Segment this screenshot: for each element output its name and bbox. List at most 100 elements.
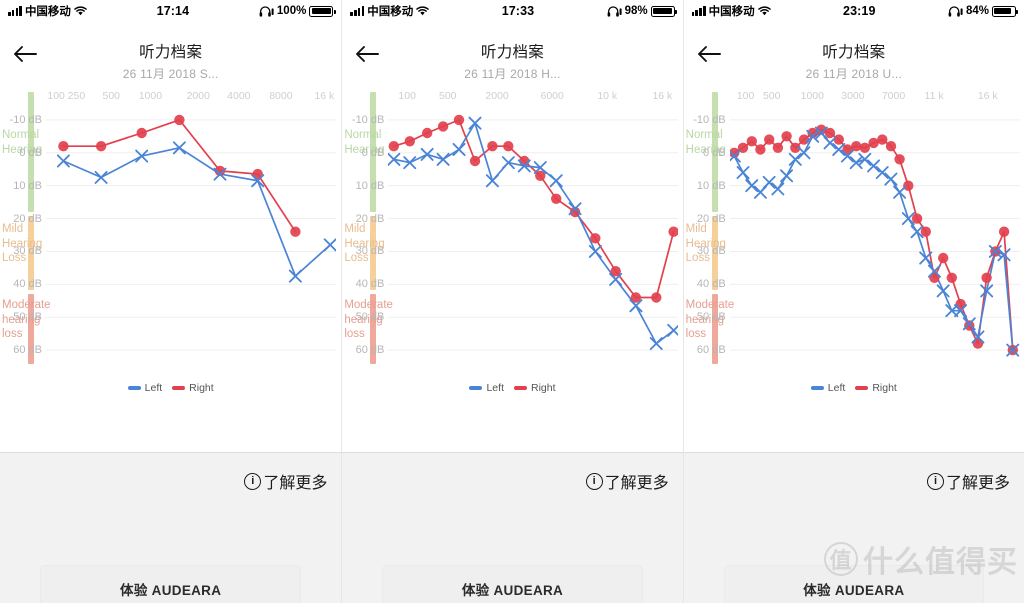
legend-item-right: Right: [172, 382, 214, 394]
data-point-right: [876, 134, 888, 145]
data-point-left: [762, 175, 776, 189]
data-point-right: [754, 144, 766, 155]
data-point-left: [875, 166, 889, 179]
audiogram-plot-svg: [46, 114, 336, 351]
data-point-left: [884, 172, 898, 186]
audiogram-plot-svg: [388, 114, 679, 351]
plot-area: 100 500 2000 6000 10 k 16 k: [388, 90, 680, 402]
legend-swatch-right: [172, 386, 186, 390]
learn-more-label: 了解更多: [945, 475, 1010, 492]
data-point-left: [288, 269, 302, 283]
experience-audeara-label: 体验 AUDEARA: [461, 583, 564, 598]
category-label-line: Normal: [344, 129, 382, 141]
nav-header: 听力档案 26 11月 2018 S...: [0, 22, 341, 81]
page-subtitle: 26 11月 2018 S...: [122, 67, 219, 81]
data-point-right: [470, 155, 481, 167]
screenshot-root: 中国移动 17:14 100% 听力档案 26 11月 2018 S... Normal H…: [0, 0, 1024, 603]
data-point-right: [824, 127, 835, 139]
learn-more-button[interactable]: i 了解更多: [244, 469, 327, 493]
page-subtitle: 26 11月 2018 U...: [805, 67, 902, 81]
y-axis-tick: -10 dB: [693, 113, 726, 126]
experience-audeara-button[interactable]: 体验 AUDEARA: [723, 565, 984, 603]
learn-more-button[interactable]: i 了解更多: [585, 469, 669, 493]
category-label-mild: Mild Hearing Loss: [2, 222, 42, 266]
data-point-right: [781, 131, 792, 142]
headphone-icon: [259, 5, 274, 17]
status-bar-clock: 17:33: [501, 4, 535, 18]
y-axis-tick: 60 dB: [13, 344, 42, 357]
y-axis-tick: 10 dB: [13, 179, 42, 192]
data-point-right: [920, 226, 931, 237]
data-point-right: [946, 272, 957, 283]
signal-bars-icon: [691, 6, 706, 16]
info-circle-icon: i: [244, 472, 262, 490]
nav-title-block: 听力档案 26 11月 2018 U...: [684, 28, 1024, 82]
info-circle-icon: i: [926, 472, 944, 490]
page-title: 听力档案: [139, 44, 203, 61]
audiogram-chart: Normal Hearing Mild Hearing Loss Moderate hear…: [0, 90, 341, 402]
wifi-icon: [757, 6, 771, 16]
category-label-line: loss: [2, 328, 23, 340]
battery-icon: [991, 5, 1019, 17]
category-label-line: loss: [344, 328, 365, 340]
data-point-left: [936, 284, 950, 298]
chart-legend: Left Right: [342, 382, 682, 394]
wifi-icon: [416, 6, 430, 16]
status-bar-clock: 23:19: [843, 4, 876, 18]
data-point-left: [468, 116, 482, 130]
legend-item-right: Right: [855, 382, 897, 394]
legend-swatch-right: [513, 386, 527, 390]
category-label-line: Normal: [2, 129, 40, 141]
data-point-left: [323, 238, 336, 252]
headphone-icon: [607, 5, 622, 17]
data-point-right: [388, 141, 400, 152]
data-point-right: [763, 134, 775, 145]
battery-percent-label: 100%: [276, 5, 307, 17]
y-axis-tick: 0 dB: [19, 146, 42, 159]
data-point-right: [519, 155, 530, 167]
data-point-right: [998, 226, 1009, 237]
learn-more-label: 了解更多: [604, 475, 669, 492]
status-bar-right: 98%: [607, 5, 677, 17]
legend-label-right: Right: [872, 382, 897, 394]
data-point-right: [859, 142, 870, 153]
experience-audeara-button[interactable]: 体验 AUDEARA: [382, 565, 643, 603]
series-line-right: [393, 119, 675, 299]
data-point-left: [56, 154, 70, 168]
legend-item-right: Right: [513, 382, 556, 394]
status-bar-right: 100%: [259, 5, 336, 17]
audiogram-chart: Normal Hearing Mild Hearing Loss Moderate hear…: [342, 90, 682, 402]
data-point-right: [651, 292, 662, 303]
data-point-right: [95, 141, 107, 152]
experience-audeara-button[interactable]: 体验 AUDEARA: [40, 565, 302, 603]
learn-more-button[interactable]: i 了解更多: [926, 469, 1010, 493]
back-arrow-icon[interactable]: [696, 44, 724, 66]
signal-bars-icon: [350, 6, 365, 16]
legend-item-left: Left: [810, 382, 845, 394]
y-axis-tick: -10 dB: [9, 113, 42, 126]
panel-1: 中国移动 17:14 100% 听力档案 26 11月 2018 S... Normal H…: [0, 0, 342, 603]
legend-label-left: Left: [144, 382, 163, 394]
audiogram-chart: Normal Hearing Mild Hearing Loss Moderate hear…: [684, 90, 1024, 402]
page-title: 听力档案: [480, 44, 545, 61]
back-arrow-icon[interactable]: [354, 44, 382, 66]
legend-swatch-left: [810, 386, 824, 390]
page-subtitle: 26 11月 2018 H...: [464, 67, 561, 81]
data-point-right: [772, 142, 783, 153]
status-bar-left: 中国移动: [350, 3, 430, 19]
carrier-label: 中国移动: [708, 6, 755, 18]
back-arrow-icon[interactable]: [12, 44, 40, 66]
y-axis-tick: 40 dB: [13, 278, 42, 291]
info-circle-icon: i: [585, 472, 603, 490]
status-bar-left: 中国移动: [8, 3, 87, 19]
nav-header: 听力档案 26 11月 2018 H...: [342, 22, 682, 81]
data-point-left: [452, 142, 466, 156]
data-point-left: [858, 152, 872, 166]
legend-swatch-right: [855, 386, 869, 390]
data-point-left: [823, 136, 837, 150]
series-line-left: [62, 146, 332, 277]
experience-audeara-label: 体验 AUDEARA: [120, 583, 222, 598]
data-point-left: [667, 323, 679, 337]
bottom-sheet: i 了解更多 体验 AUDEARA 值什么值得买: [683, 452, 1024, 603]
legend-label-right: Right: [189, 382, 214, 394]
